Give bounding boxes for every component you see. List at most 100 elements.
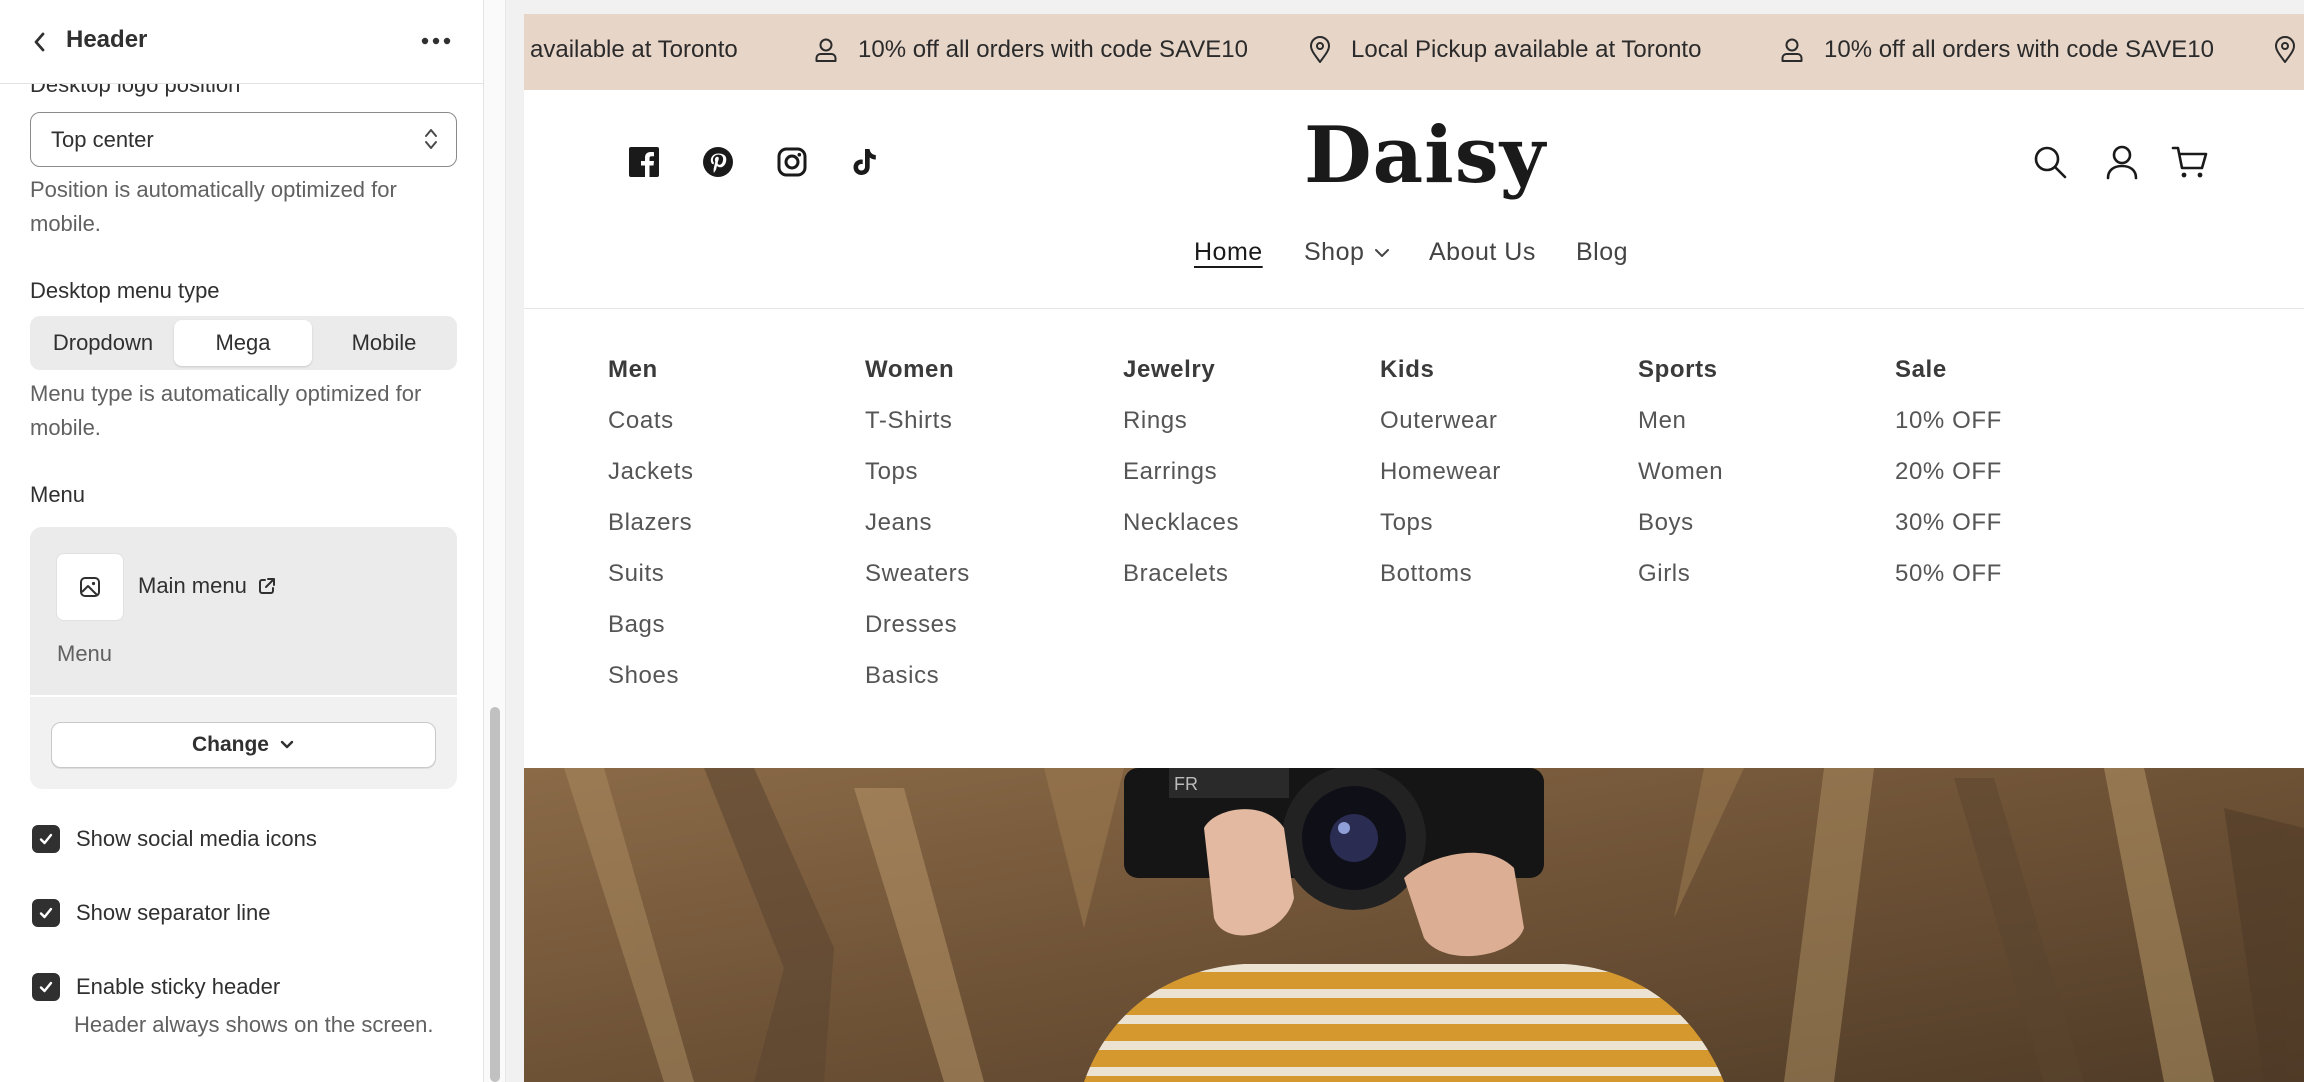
mega-link[interactable]: T-Shirts: [865, 407, 1105, 458]
mega-link[interactable]: 20% OFF: [1895, 458, 2135, 509]
change-menu-button[interactable]: Change: [51, 722, 436, 768]
menu-type-segmented-control: Dropdown Mega Mobile: [30, 316, 457, 370]
announcement-pickup[interactable]: Local Pickup available at Toronto: [1309, 36, 1701, 64]
user-icon: [1781, 38, 1803, 62]
mega-column: Sports Men Women Boys Girls: [1638, 356, 1878, 611]
mega-link[interactable]: Blazers: [608, 509, 848, 560]
panel-title: Header: [66, 26, 148, 53]
mega-link[interactable]: Bottoms: [1380, 560, 1620, 611]
panel-scrollbar[interactable]: [484, 0, 506, 1082]
mega-link[interactable]: Outerwear: [1380, 407, 1620, 458]
cart-icon: [2171, 146, 2208, 178]
mega-heading[interactable]: Sports: [1638, 356, 1878, 407]
pinterest-icon: [703, 147, 733, 177]
mega-heading[interactable]: Women: [865, 356, 1105, 407]
account-icon: [2106, 145, 2138, 180]
store-preview: available at Toronto 10% off all orders …: [524, 14, 2304, 1082]
logo-position-select[interactable]: Top center: [30, 112, 457, 167]
show-social-icons-checkbox[interactable]: Show social media icons: [32, 825, 317, 853]
mega-link[interactable]: Suits: [608, 560, 848, 611]
checkbox-label: Show social media icons: [76, 826, 317, 851]
mega-link[interactable]: Girls: [1638, 560, 1878, 611]
announcement-discount[interactable]: 10% off all orders with code SAVE10: [1780, 36, 2214, 64]
mega-link[interactable]: Jeans: [865, 509, 1105, 560]
instagram-link[interactable]: [774, 144, 810, 180]
search-button[interactable]: [2030, 142, 2070, 182]
mega-link[interactable]: Boys: [1638, 509, 1878, 560]
checkbox-label: Show separator line: [76, 900, 271, 925]
checkbox-checked[interactable]: [32, 899, 60, 927]
menu-type-dropdown[interactable]: Dropdown: [34, 320, 172, 366]
mega-link[interactable]: Sweaters: [865, 560, 1105, 611]
mega-heading[interactable]: Kids: [1380, 356, 1620, 407]
mega-link[interactable]: Jackets: [608, 458, 848, 509]
external-link-icon: [258, 578, 275, 594]
mega-link[interactable]: Shoes: [608, 662, 848, 713]
cart-button[interactable]: [2170, 142, 2210, 182]
mega-link[interactable]: Tops: [865, 458, 1105, 509]
location-pin-icon: [2275, 36, 2295, 63]
instagram-icon: [777, 147, 807, 177]
mega-link[interactable]: Rings: [1123, 407, 1363, 458]
mega-link[interactable]: Basics: [865, 662, 1105, 713]
mega-link[interactable]: 30% OFF: [1895, 509, 2135, 560]
pinterest-link[interactable]: [700, 144, 736, 180]
panel-scrollbar-thumb[interactable]: [490, 707, 500, 1082]
menu-type-mega[interactable]: Mega: [174, 320, 312, 366]
store-logo[interactable]: Daisy: [1304, 106, 1545, 206]
nav-shop-label: Shop: [1304, 238, 1365, 266]
menu-picker-card: Main menu Menu Change: [30, 527, 457, 789]
menu-subtitle: Menu: [57, 641, 113, 666]
sticky-header-checkbox[interactable]: Enable sticky header: [32, 973, 280, 1001]
mega-link[interactable]: Tops: [1380, 509, 1620, 560]
account-button[interactable]: [2102, 142, 2142, 182]
main-navigation: Home Shop About Us Blog: [524, 238, 2304, 278]
mega-link[interactable]: Earrings: [1123, 458, 1363, 509]
main-menu-link[interactable]: Main menu: [138, 573, 277, 599]
facebook-link[interactable]: [626, 144, 662, 180]
mega-link[interactable]: 50% OFF: [1895, 560, 2135, 611]
mega-column: Men Coats Jackets Blazers Suits Bags Sho…: [608, 356, 848, 713]
hero-image: FR: [524, 768, 2304, 1082]
announcement-discount[interactable]: 10% off all orders with code SAVE10: [814, 36, 1248, 64]
mega-link[interactable]: Bracelets: [1123, 560, 1363, 611]
nav-about[interactable]: About Us: [1429, 238, 1536, 267]
checkmark-icon: [39, 907, 53, 919]
more-actions-button[interactable]: [418, 26, 454, 56]
mega-link[interactable]: Women: [1638, 458, 1878, 509]
back-button[interactable]: [26, 28, 54, 56]
mega-heading[interactable]: Jewelry: [1123, 356, 1363, 407]
facebook-icon: [629, 147, 659, 177]
mega-link[interactable]: Coats: [608, 407, 848, 458]
checkbox-checked[interactable]: [32, 825, 60, 853]
mega-column: Sale 10% OFF 20% OFF 30% OFF 50% OFF: [1895, 356, 2135, 611]
mega-link[interactable]: Necklaces: [1123, 509, 1363, 560]
sticky-header-help: Header always shows on the screen.: [74, 1012, 434, 1037]
chevron-down-icon: [280, 740, 294, 749]
nav-shop[interactable]: Shop: [1304, 238, 1390, 267]
nav-home[interactable]: Home: [1194, 238, 1263, 267]
image-placeholder-icon: [80, 577, 100, 597]
select-chevrons-icon: [425, 129, 437, 149]
show-separator-checkbox[interactable]: Show separator line: [32, 899, 270, 927]
mega-link[interactable]: Homewear: [1380, 458, 1620, 509]
mega-link[interactable]: 10% OFF: [1895, 407, 2135, 458]
mega-link[interactable]: Men: [1638, 407, 1878, 458]
announcement-text: available at Toronto: [530, 36, 738, 63]
menu-picker-info: Main menu Menu: [30, 527, 457, 697]
mega-heading[interactable]: Men: [608, 356, 848, 407]
main-menu-link-label: Main menu: [138, 573, 247, 598]
announcement-pickup-partial[interactable]: available at Toronto: [530, 36, 738, 64]
announcement-pickup-clipped[interactable]: [2274, 36, 2296, 64]
mega-link[interactable]: Bags: [608, 611, 848, 662]
change-button-label: Change: [191, 733, 269, 756]
nav-blog[interactable]: Blog: [1576, 238, 1628, 267]
menu-type-mobile[interactable]: Mobile: [315, 320, 453, 366]
mega-heading[interactable]: Sale: [1895, 356, 2135, 407]
tiktok-link[interactable]: [846, 144, 882, 180]
mega-menu: Men Coats Jackets Blazers Suits Bags Sho…: [524, 309, 2304, 768]
mega-link[interactable]: Dresses: [865, 611, 1105, 662]
site-header: Daisy Home Shop About Us Blog: [524, 90, 2304, 309]
mega-column: Kids Outerwear Homewear Tops Bottoms: [1380, 356, 1620, 611]
checkbox-checked[interactable]: [32, 973, 60, 1001]
